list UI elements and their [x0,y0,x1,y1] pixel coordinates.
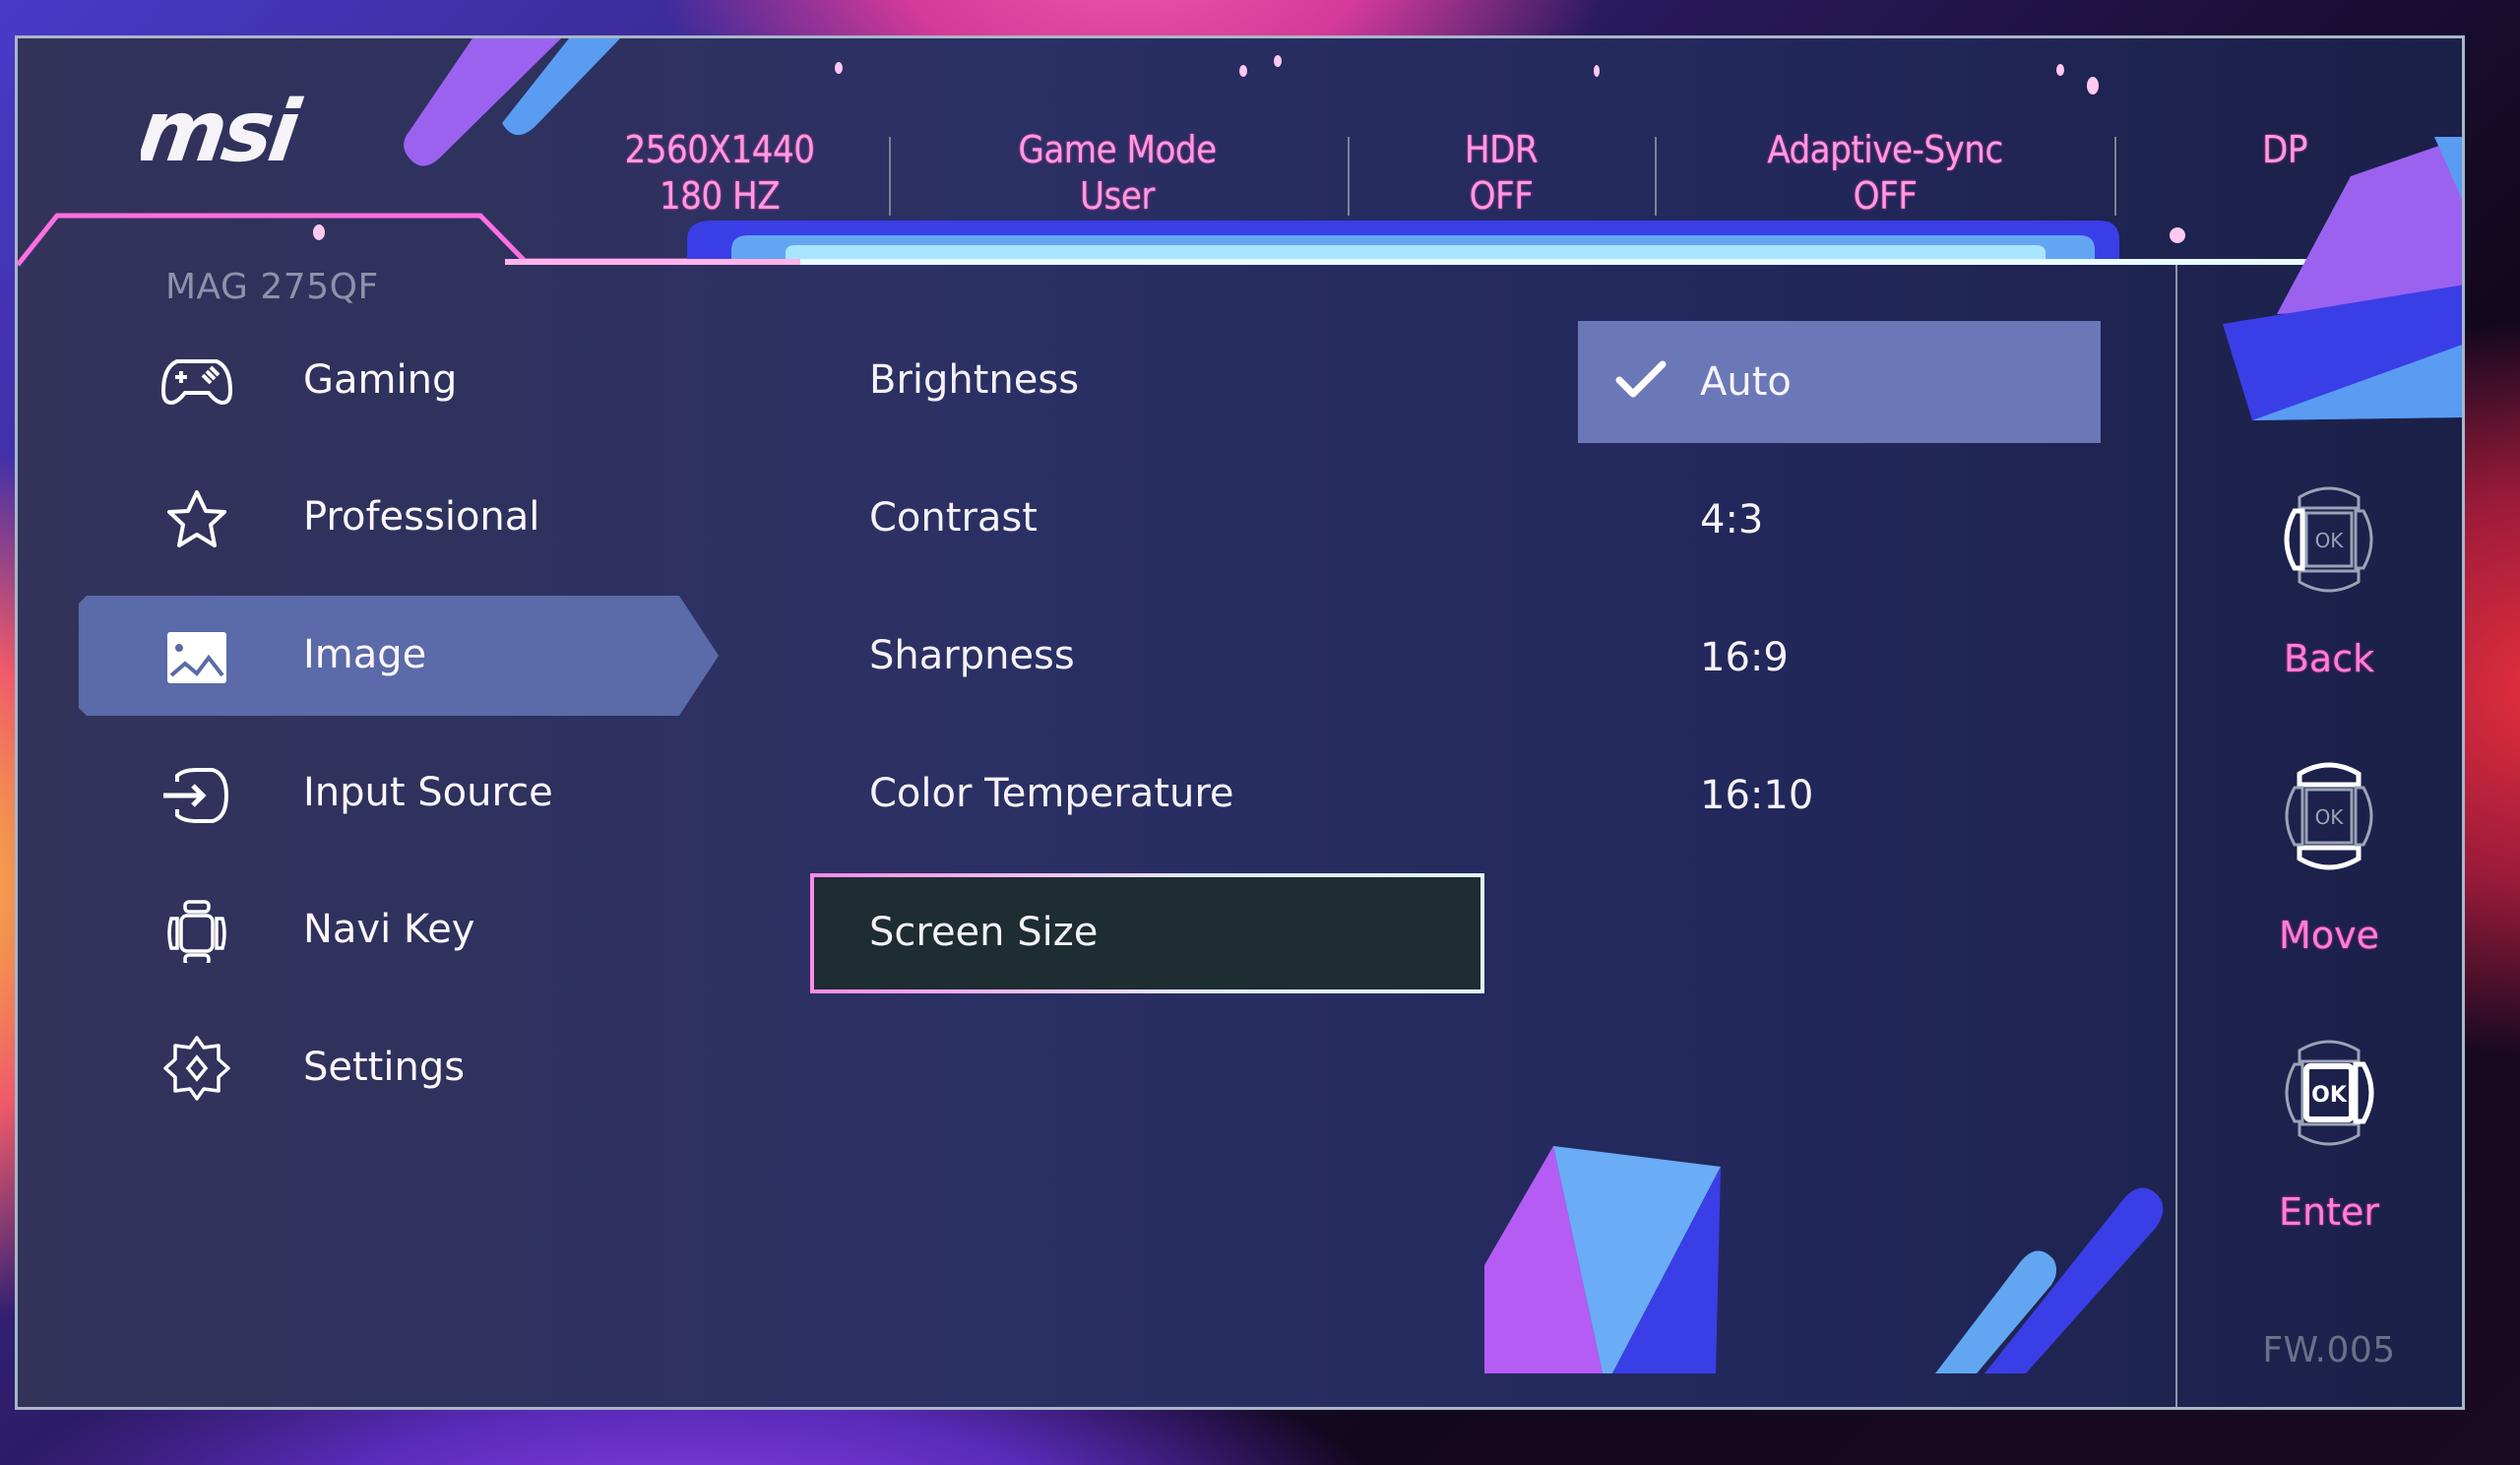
hint-back: OK Back [2190,476,2462,680]
sidebar-item-professional[interactable]: Professional [79,458,719,578]
gamepad-icon [160,359,233,406]
hint-panel-divider [2175,265,2177,1407]
sidebar-item-label: Navi Key [303,907,475,952]
navi-key-left-icon: OK [2284,486,2373,593]
osd-menu: msi 2560X1440 180 HZ Game Mode User HDR … [15,35,2465,1410]
pyramid-purple [1484,1146,1603,1373]
header-decoration [18,38,2462,1373]
value-label: 16:9 [1700,635,1789,680]
blue-stripe [502,38,620,136]
shard-blue [2223,285,2462,420]
status-resolution-line2: 180 HZ [659,174,781,218]
status-adaptive-sync-line2: OFF [1853,174,1918,218]
option-label: Screen Size [869,910,1099,955]
option-screen-size[interactable]: Screen Size [810,873,1484,993]
sidebar-item-settings[interactable]: Settings [79,1008,719,1128]
pyramid-lightblue [1553,1146,1721,1373]
hint-move: OK Move [2190,752,2462,957]
firmware-version: FW.005 [2262,1330,2396,1370]
value-label: Auto [1700,359,1792,405]
status-divider [1348,137,1350,216]
svg-text:OK: OK [2315,805,2345,829]
header-border-line [18,213,1317,267]
shard-lightblue [2252,345,2462,420]
hint-label: Enter [2279,1190,2379,1234]
status-divider [889,137,891,216]
svg-text:msi: msi [141,90,307,178]
header-cyan-bar [786,245,2046,261]
star-icon [167,490,226,547]
checkmark-icon [1615,360,1667,398]
pyramid-blue [1612,1167,1721,1373]
value-label: 4:3 [1700,497,1764,542]
value-auto[interactable]: Auto [1578,321,2101,443]
value-4-3[interactable]: 4:3 [1578,459,2101,581]
status-divider [1655,137,1657,216]
status-hdr-line2: OFF [1469,174,1534,218]
msi-logo: msi [132,83,377,181]
header-bottom-line [505,259,2462,265]
option-color-temperature[interactable]: Color Temperature [810,734,1484,855]
status-hdr-line1: HDR [1464,128,1539,171]
status-resolution-line1: 2560X1440 [624,128,815,171]
gear-icon [163,1036,230,1101]
status-divider [2114,137,2116,216]
hint-label: Move [2279,914,2379,957]
value-16-10[interactable]: 16:10 [1578,734,2101,857]
sidebar-item-image[interactable]: Image [79,596,719,716]
sidebar-item-navi-key[interactable]: Navi Key [79,870,719,990]
svg-text:OK: OK [2311,1083,2348,1108]
hint-label: Back [2283,637,2375,680]
sidebar-item-label: Professional [303,494,540,540]
sidebar-item-label: Image [303,632,427,677]
status-game-mode-line2: User [1080,174,1155,218]
option-label: Sharpness [869,633,1075,678]
stripe-blue-bottom [1984,1187,2164,1373]
input-source-icon [163,768,229,823]
option-label: Contrast [869,495,1038,541]
option-label: Brightness [869,357,1080,403]
header-lightblue-bar [731,235,2095,261]
stripe-lightblue-bottom [1935,1250,2057,1373]
status-input-line1: DP [2262,128,2307,171]
purple-stripe [404,38,561,166]
status-adaptive-sync-line1: Adaptive-Sync [1767,128,2003,171]
navi-key-icon [167,900,226,963]
header-blue-bar [687,221,2119,261]
value-label: 16:10 [1700,773,1814,818]
option-sharpness[interactable]: Sharpness [810,597,1484,717]
sidebar-item-label: Gaming [303,357,458,403]
sidebar-item-label: Input Source [303,770,553,815]
sidebar-item-gaming[interactable]: Gaming [79,321,719,441]
sidebar-item-input-source[interactable]: Input Source [79,733,719,854]
option-label: Color Temperature [869,771,1234,816]
navi-key-ok-icon: OK [2285,1040,2374,1146]
value-16-9[interactable]: 16:9 [1578,597,2101,719]
option-contrast[interactable]: Contrast [810,459,1484,579]
option-brightness[interactable]: Brightness [810,321,1484,441]
navi-key-up-down-icon: OK [2285,762,2373,870]
sidebar-item-label: Settings [303,1045,466,1090]
status-game-mode-line1: Game Mode [1018,128,1217,171]
svg-text:OK: OK [2315,529,2345,552]
model-name: MAG 275QF [165,267,379,307]
image-icon [167,632,226,683]
hint-enter: OK Enter [2190,1029,2462,1234]
